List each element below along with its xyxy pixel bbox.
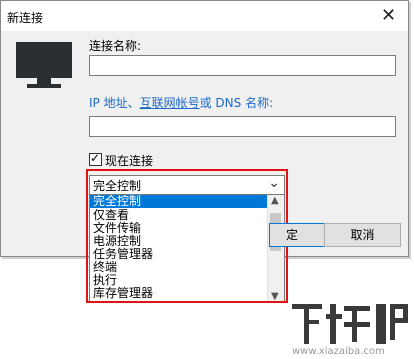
mode-option[interactable]: 任务管理器 bbox=[90, 248, 271, 261]
address-label-prefix: IP 地址、 bbox=[89, 96, 140, 110]
address-input[interactable] bbox=[89, 116, 396, 137]
monitor-icon bbox=[16, 42, 72, 88]
watermark-url: www.xiazaiba.com bbox=[292, 346, 385, 357]
title-bar: 新连接 ✕ bbox=[1, 1, 408, 31]
mode-option[interactable]: 完全控制 bbox=[90, 195, 271, 208]
scroll-down-icon[interactable]: ▼ bbox=[271, 291, 279, 302]
cancel-button[interactable]: 取消 bbox=[324, 223, 401, 247]
internet-account-link[interactable]: 互联网帐号 bbox=[140, 96, 200, 110]
mode-option[interactable]: 库存管理器 bbox=[90, 287, 271, 300]
new-connection-dialog: 新连接 ✕ 连接名称: IP 地址、互联网帐号或 DNS 名称: ✓ 现在连接 … bbox=[0, 0, 409, 303]
mode-dropdown-list: 完全控制 仅查看 文件传输 电源控制 任务管理器 终端 执行 库存管理器 ▲ ▼ bbox=[89, 194, 285, 303]
dropdown-scrollbar[interactable]: ▲ ▼ bbox=[267, 195, 284, 302]
connection-name-input[interactable] bbox=[89, 55, 396, 76]
address-label-suffix: 或 DNS 名称: bbox=[199, 96, 274, 110]
mode-select[interactable]: 完全控制 ⌄ bbox=[89, 175, 285, 195]
address-label: IP 地址、互联网帐号或 DNS 名称: bbox=[89, 94, 273, 111]
close-icon[interactable]: ✕ bbox=[381, 5, 396, 26]
connect-now-checkbox[interactable]: ✓ bbox=[89, 151, 102, 166]
connection-name-label: 连接名称: bbox=[89, 39, 142, 53]
mode-select-value: 完全控制 bbox=[93, 179, 142, 193]
mode-option[interactable]: 终端 bbox=[90, 261, 271, 274]
ok-button-label: 定 bbox=[286, 228, 299, 242]
chevron-down-icon[interactable]: ⌄ bbox=[268, 175, 280, 191]
connect-now-label: 现在连接 bbox=[105, 154, 154, 168]
scroll-up-icon[interactable]: ▲ bbox=[271, 195, 279, 206]
window-title: 新连接 bbox=[7, 11, 44, 25]
checkmark-icon: ✓ bbox=[90, 151, 101, 165]
